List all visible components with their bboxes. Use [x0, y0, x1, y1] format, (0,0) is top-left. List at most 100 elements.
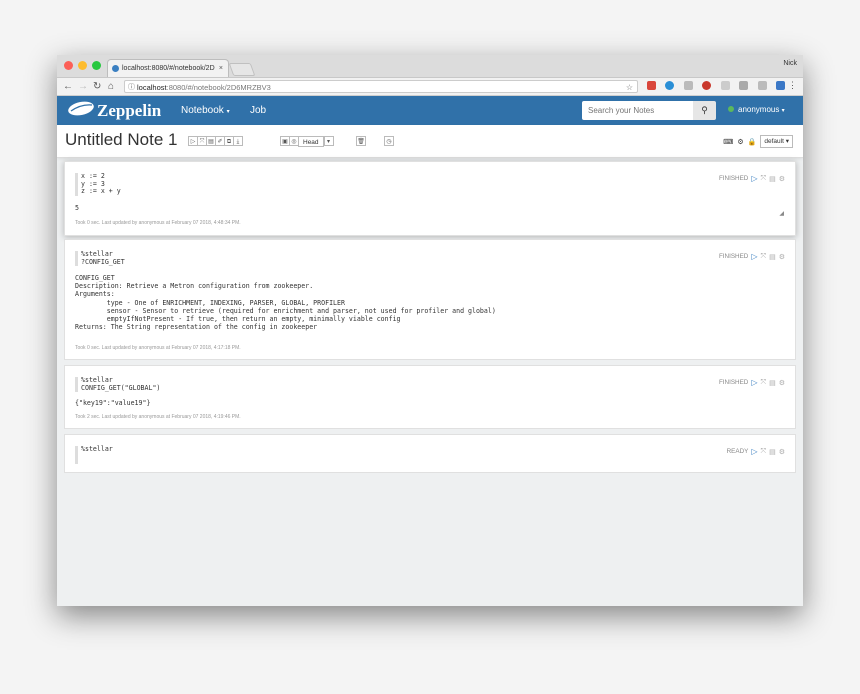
- code-editor[interactable]: x := 2 y := 3 z := x + y: [75, 172, 121, 196]
- clock-icon[interactable]: ◷: [384, 136, 394, 146]
- minimize-window-button[interactable]: [78, 61, 87, 70]
- paragraph-controls: FINISHED ▷ ⤧ ▤ ⚙: [719, 378, 785, 387]
- paragraph-footer: Took 0 sec. Last updated by anonymous at…: [75, 220, 241, 226]
- zeppelin-logo-icon[interactable]: [67, 100, 95, 117]
- url-path: :8080/#/notebook/2D6MRZBV3: [166, 83, 271, 92]
- job-link[interactable]: Job: [250, 105, 266, 116]
- brand-name[interactable]: Zeppelin: [97, 101, 161, 121]
- note-header: Untitled Note 1 ▷ ⤧ ▤ ✐ ⧉ ⤓ ▣ ◎ Head ▾ 🗑…: [57, 125, 803, 158]
- revision-select[interactable]: Head: [298, 136, 324, 147]
- user-name: anonymous: [738, 105, 780, 114]
- extension-icon[interactable]: [776, 81, 786, 90]
- code-editor[interactable]: %stellar ?CONFIG_GET: [75, 250, 125, 266]
- close-window-button[interactable]: [64, 61, 73, 70]
- status-badge: FINISHED: [718, 379, 749, 386]
- paragraph-output: {"key19":"value19"}: [75, 399, 151, 407]
- export-note-icon[interactable]: ⤓: [233, 136, 243, 146]
- show-hide-editor-icon[interactable]: ⤧: [760, 379, 766, 387]
- run-paragraph-icon[interactable]: ▷: [751, 252, 757, 261]
- zeppelin-navbar: Zeppelin Notebook ▾ Job ⚲ anonymous ▾: [57, 96, 803, 125]
- gear-icon[interactable]: ⚙: [779, 175, 785, 183]
- info-icon[interactable]: ⓘ: [128, 81, 135, 94]
- show-hide-editor-icon[interactable]: ⤧: [760, 175, 766, 183]
- show-hide-output-icon[interactable]: ▤: [769, 175, 776, 183]
- forward-icon[interactable]: →: [78, 80, 88, 93]
- gear-icon[interactable]: ⚙: [779, 448, 785, 456]
- run-paragraph-icon[interactable]: ▷: [751, 174, 757, 183]
- gear-icon[interactable]: ⚙: [779, 253, 785, 261]
- caret-down-icon: ▾: [781, 108, 785, 114]
- show-hide-output-icon[interactable]: ▤: [769, 379, 776, 387]
- profile-name[interactable]: Nick: [783, 60, 797, 67]
- search-notes-input[interactable]: [582, 101, 693, 120]
- status-badge: READY: [726, 448, 749, 455]
- browser-window: localhost:8080/#/notebook/2D × Nick ← → …: [57, 55, 803, 606]
- code-editor[interactable]: %stellar CONFIG_GET("GLOBAL"): [75, 376, 160, 392]
- paragraph-3[interactable]: %stellar CONFIG_GET("GLOBAL") {"key19":"…: [64, 365, 796, 429]
- back-icon[interactable]: ←: [63, 80, 73, 93]
- status-badge: FINISHED: [718, 175, 749, 182]
- notebook-menu[interactable]: Notebook ▾: [181, 105, 230, 116]
- url-host: localhost: [137, 83, 167, 92]
- gear-icon[interactable]: ⚙: [779, 379, 785, 387]
- run-paragraph-icon[interactable]: ▷: [751, 378, 757, 387]
- favicon-icon: [112, 65, 119, 72]
- show-hide-editor-icon[interactable]: ⤧: [760, 448, 766, 456]
- paragraph-controls: READY ▷ ⤧ ▤ ⚙: [727, 447, 785, 456]
- extension-icon[interactable]: [702, 81, 712, 90]
- extension-icon[interactable]: [757, 81, 767, 90]
- status-badge: FINISHED: [718, 253, 749, 260]
- revision-select-label: Head: [303, 139, 319, 146]
- paragraph-footer: Took 0 sec. Last updated by anonymous at…: [75, 345, 241, 351]
- trash-icon[interactable]: 🗑: [356, 136, 366, 146]
- maximize-window-button[interactable]: [92, 61, 101, 70]
- paragraph-1[interactable]: x := 2 y := 3 z := x + y 5 Took 0 sec. L…: [64, 161, 796, 236]
- paragraph-controls: FINISHED ▷ ⤧ ▤ ⚙: [719, 252, 785, 261]
- connected-status-icon: [728, 106, 734, 112]
- resize-handle-icon[interactable]: ◢: [779, 210, 784, 217]
- code-editor[interactable]: %stellar: [75, 445, 113, 464]
- interpreter-select-label: default: [764, 138, 784, 145]
- paragraph-output: 5: [75, 204, 79, 212]
- version-buttons: ▣ ◎ Head ▾: [280, 136, 334, 147]
- run-paragraph-icon[interactable]: ▷: [751, 447, 757, 456]
- show-hide-editor-icon[interactable]: ⤧: [760, 253, 766, 261]
- user-menu[interactable]: anonymous ▾: [728, 105, 785, 114]
- trash-group: 🗑: [356, 136, 366, 146]
- title-bar: localhost:8080/#/notebook/2D × Nick: [57, 55, 803, 78]
- caret-down-icon: ▾: [226, 109, 230, 115]
- address-bar: ← → ↻ ⌂ ⓘ localhost:8080/#/notebook/2D6M…: [57, 78, 803, 108]
- extension-icon[interactable]: [720, 81, 730, 90]
- tab-close-icon[interactable]: ×: [219, 60, 223, 77]
- show-hide-output-icon[interactable]: ▤: [769, 253, 776, 261]
- scheduler-group: ◷: [384, 136, 394, 146]
- notebook-menu-label: Notebook: [181, 105, 224, 116]
- bookmark-star-icon[interactable]: ☆: [626, 81, 633, 94]
- extension-icon[interactable]: [683, 81, 693, 90]
- reload-icon[interactable]: ↻: [93, 80, 101, 93]
- gear-icon[interactable]: ⚙: [737, 138, 743, 146]
- note-action-buttons: ▷ ⤧ ▤ ✐ ⧉ ⤓: [188, 136, 243, 146]
- lock-icon[interactable]: 🔒: [748, 138, 757, 146]
- extension-icon[interactable]: [647, 81, 656, 90]
- tab-title: localhost:8080/#/notebook/2D: [122, 65, 215, 72]
- interpreter-select[interactable]: default ▾: [760, 135, 793, 148]
- paragraph-controls: FINISHED ▷ ⤧ ▤ ⚙: [719, 174, 785, 183]
- search-icon[interactable]: ⚲: [693, 101, 716, 120]
- extension-icon[interactable]: [739, 81, 749, 90]
- browser-menu-icon[interactable]: ⋮: [788, 80, 797, 91]
- note-settings: ⌨ ⚙ 🔒 default ▾: [723, 135, 793, 148]
- paragraph-2[interactable]: %stellar ?CONFIG_GET CONFIG_GET Descript…: [64, 239, 796, 360]
- home-icon[interactable]: ⌂: [108, 80, 114, 93]
- url-input[interactable]: ⓘ localhost:8080/#/notebook/2D6MRZBV3 ☆: [124, 80, 638, 93]
- paragraph-4[interactable]: %stellar READY ▷ ⤧ ▤ ⚙: [64, 434, 796, 473]
- note-title[interactable]: Untitled Note 1: [65, 130, 177, 150]
- show-hide-output-icon[interactable]: ▤: [769, 448, 776, 456]
- new-tab-button[interactable]: [228, 63, 256, 76]
- caret-down-icon[interactable]: ▾: [323, 136, 334, 146]
- paragraph-output: CONFIG_GET Description: Retrieve a Metro…: [75, 274, 496, 332]
- browser-tab[interactable]: localhost:8080/#/notebook/2D ×: [107, 59, 229, 77]
- extension-icon[interactable]: [665, 81, 675, 90]
- paragraph-footer: Took 2 sec. Last updated by anonymous at…: [75, 414, 241, 420]
- keyboard-icon[interactable]: ⌨: [723, 138, 733, 146]
